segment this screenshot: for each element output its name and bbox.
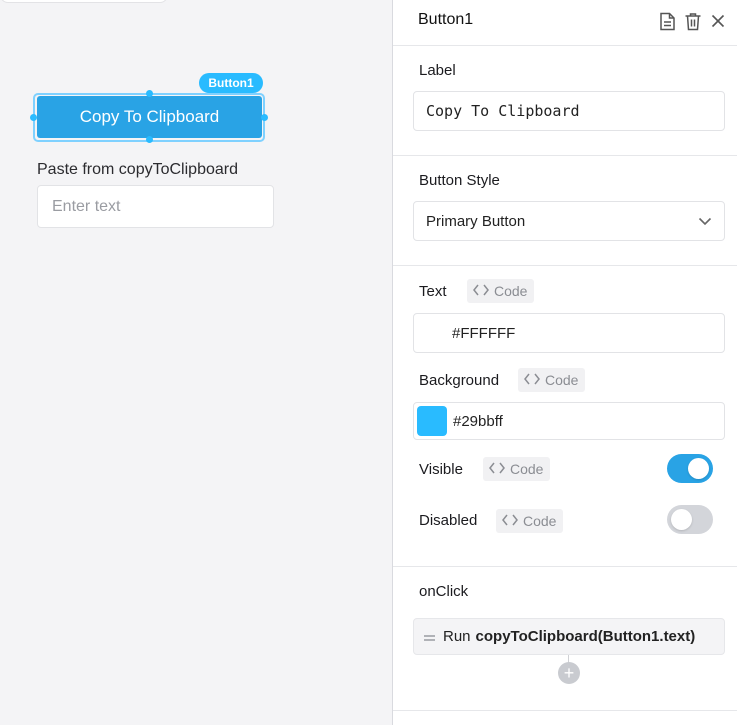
action-prefix: Run	[443, 628, 471, 645]
widget-name-tag[interactable]: Button1	[199, 73, 263, 93]
paste-input[interactable]	[37, 185, 274, 228]
text-color-label: Text	[419, 283, 447, 300]
resize-handle-bottom[interactable]	[146, 136, 153, 143]
document-icon[interactable]	[656, 10, 678, 32]
drag-handle-icon[interactable]	[424, 629, 435, 645]
resize-handle-right[interactable]	[261, 114, 268, 121]
label-field-label: Label	[419, 62, 456, 79]
onclick-label: onClick	[419, 583, 469, 600]
visible-code-toggle[interactable]: Code	[483, 457, 551, 481]
section-divider	[393, 710, 737, 711]
text-color-value: #FFFFFF	[452, 324, 516, 342]
button-style-label: Button Style	[419, 172, 500, 189]
resize-handle-left[interactable]	[30, 114, 37, 121]
switch-knob	[671, 509, 692, 530]
button-style-value: Primary Button	[426, 212, 526, 230]
background-code-toggle[interactable]: Code	[518, 368, 586, 392]
property-pane-title: Button1	[418, 11, 474, 28]
action-call: copyToClipboard(Button1.text)	[475, 628, 696, 645]
text-color-input[interactable]: #FFFFFF	[413, 313, 725, 353]
code-icon	[502, 513, 518, 529]
section-divider	[393, 265, 737, 266]
text-code-toggle[interactable]: Code	[467, 279, 535, 303]
property-pane: Button1 Label Copy To Clipboard Button S…	[392, 0, 737, 725]
chevron-down-icon	[698, 213, 712, 230]
code-icon	[524, 372, 540, 388]
disabled-code-toggle[interactable]: Code	[496, 509, 564, 533]
color-swatch[interactable]	[417, 406, 447, 436]
disabled-label: Disabled	[419, 512, 478, 529]
code-label: Code	[510, 461, 544, 477]
visible-switch[interactable]	[667, 454, 713, 483]
paste-label: Paste from copyToClipboard	[37, 161, 238, 178]
background-label: Background	[419, 372, 500, 389]
visible-label: Visible	[419, 461, 463, 478]
label-input[interactable]: Copy To Clipboard	[413, 91, 725, 131]
section-divider	[393, 155, 737, 156]
resize-handle-top[interactable]	[146, 90, 153, 97]
property-pane-header: Button1	[393, 0, 737, 46]
switch-knob	[688, 458, 709, 479]
background-color-input[interactable]: #29bbff	[413, 402, 725, 440]
code-icon	[489, 461, 505, 477]
canvas: Button1 Copy To Clipboard Paste from cop…	[0, 0, 392, 725]
close-icon[interactable]	[707, 10, 729, 32]
code-label: Code	[523, 513, 557, 529]
add-action-plus-icon[interactable]: +	[558, 662, 580, 684]
code-label: Code	[494, 283, 528, 299]
trash-icon[interactable]	[682, 10, 704, 32]
copy-to-clipboard-button[interactable]: Copy To Clipboard	[37, 96, 262, 138]
button-style-select[interactable]: Primary Button	[413, 201, 725, 241]
code-icon	[473, 283, 489, 299]
code-label: Code	[545, 372, 579, 388]
widget-stub	[0, 0, 168, 3]
disabled-switch[interactable]	[667, 505, 713, 534]
section-divider	[393, 566, 737, 567]
onclick-action[interactable]: Run copyToClipboard(Button1.text)	[413, 618, 725, 655]
background-color-value: #29bbff	[453, 412, 503, 430]
